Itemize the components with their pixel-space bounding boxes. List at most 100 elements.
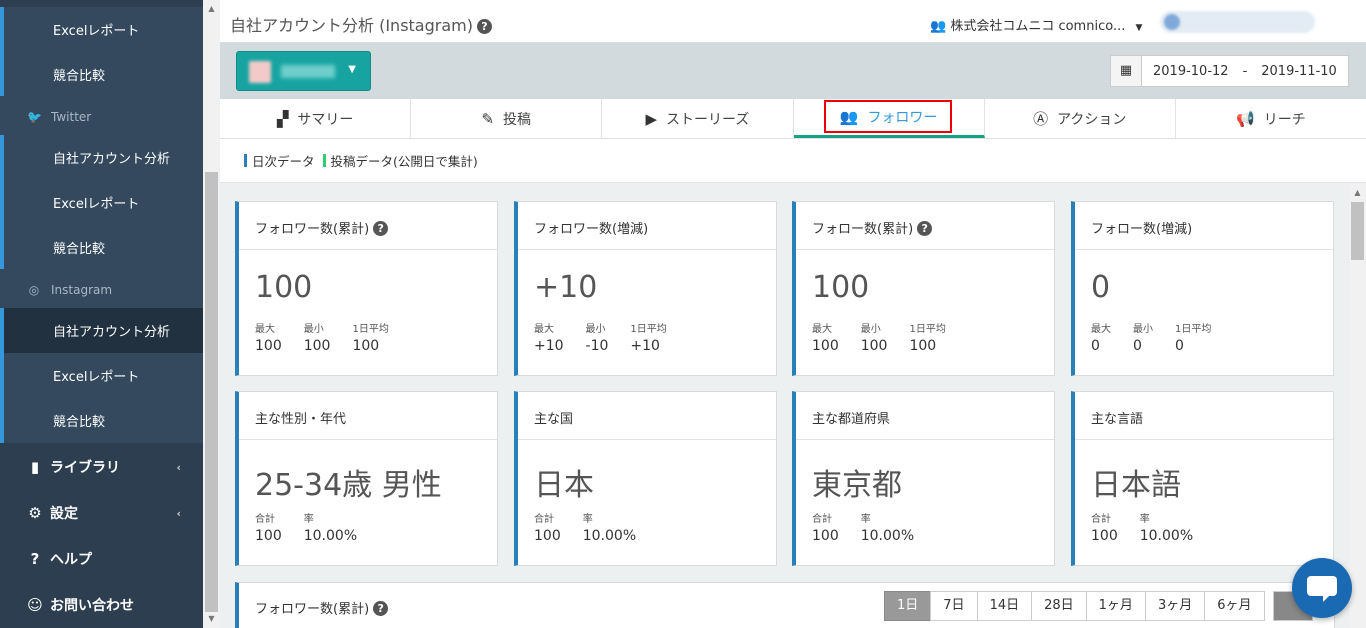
stat-value: 10.00% (1139, 528, 1194, 544)
tab-followers[interactable]: 👥 フォロワー (793, 99, 985, 138)
stat-key: 最小 (585, 324, 606, 335)
follower-chart-section: フォロワー数(累計)? 1日 7日 14日 28日 1ヶ月 3ヶ月 6ヶ月 (235, 582, 1335, 628)
period-button-6m[interactable]: 6ヶ月 (1204, 591, 1265, 621)
card-header: 主な言語 (1075, 392, 1333, 440)
sidebar-item-instagram-own-account[interactable]: 自社アカウント分析 (0, 308, 203, 353)
tab-actions[interactable]: Ⓐ アクション (985, 99, 1176, 138)
calendar-icon: ▦ (1111, 56, 1142, 86)
stat-max: 最大 100 (812, 320, 839, 354)
help-icon[interactable]: ? (476, 19, 492, 34)
play-icon: ▶ (645, 109, 658, 128)
sidebar-item-twitter-excel-report[interactable]: Excelレポート (0, 180, 203, 225)
sidebar-item-facebook-competitor[interactable]: 競合比較 (0, 52, 203, 97)
sidebar-group-instagram: ◎ Instagram (0, 269, 203, 311)
sidebar-item-twitter-competitor[interactable]: 競合比較 (0, 225, 203, 270)
scroll-down-arrow-icon[interactable]: ▼ (203, 614, 220, 623)
help-icon[interactable]: ? (373, 221, 389, 236)
sidebar-item-help[interactable]: ? ヘルプ (0, 536, 203, 582)
metric-card-follower-change: フォロワー数(増減) +10 最大 +10 最小 -10 1日平均 +10 (514, 201, 777, 376)
sidebar-item-label: 自社アカウント分析 (53, 325, 171, 340)
card-value: 25-34歳 男性 (255, 468, 442, 503)
card-stats: 合計 100 率 10.00% (1091, 510, 1215, 544)
highlight-box (823, 100, 952, 133)
card-stats: 最大 100 最小 100 1日平均 100 (812, 320, 968, 354)
twitter-icon: 🐦 (27, 110, 42, 124)
sidebar-scrollbar-thumb[interactable] (205, 172, 218, 612)
sidebar: Excelレポート 競合比較 🐦 Twitter 自社アカウント分析 Excel… (0, 0, 203, 628)
period-button-28d[interactable]: 28日 (1031, 591, 1087, 621)
help-icon[interactable]: ? (373, 601, 389, 616)
period-button-14d[interactable]: 14日 (976, 591, 1033, 621)
stat-key: 1日平均 (352, 324, 389, 335)
stat-avg: 1日平均 100 (352, 320, 388, 354)
sidebar-item-contact[interactable]: ☺ お問い合わせ (0, 582, 203, 628)
sidebar-scrollbar[interactable]: ▲ ▼ (203, 0, 220, 628)
tab-reach[interactable]: 📢 リーチ (1176, 99, 1366, 138)
megaphone-icon: 📢 (1236, 109, 1255, 128)
stat-value: 100 (352, 338, 380, 354)
stat-min: 最小 100 (861, 320, 888, 354)
scroll-up-arrow-icon[interactable]: ▲ (1349, 188, 1366, 197)
content-scrollbar[interactable]: ▲ (1349, 184, 1366, 628)
chevron-left-icon: ‹ (176, 460, 181, 474)
stat-total: 合計 100 (1091, 510, 1118, 544)
chevron-left-icon: ‹ (176, 506, 181, 520)
period-button-1m[interactable]: 1ヶ月 (1085, 591, 1146, 621)
stat-key: 合計 (534, 514, 554, 525)
card-title: フォロワー数(累計) (255, 222, 370, 237)
period-button-1d[interactable]: 1日 (884, 591, 932, 621)
stat-key: 1日平均 (1175, 324, 1212, 335)
account-selector-button[interactable]: ▼ (236, 51, 371, 91)
sidebar-item-label: 設定 (50, 506, 78, 522)
stat-avg: 1日平均 0 (1175, 320, 1211, 354)
stat-avg: 1日平均 100 (909, 320, 945, 354)
sidebar-item-label: ライブラリ (50, 460, 120, 476)
stat-total: 合計 100 (534, 510, 561, 544)
stat-key: 最小 (1133, 324, 1153, 335)
chat-bubble-icon (1307, 576, 1337, 596)
stat-min: 最小 0 (1133, 320, 1153, 354)
sidebar-item-instagram-excel-report[interactable]: Excelレポート (0, 353, 203, 398)
content-scrollbar-thumb[interactable] (1351, 202, 1364, 260)
period-button-3m[interactable]: 3ヶ月 (1144, 591, 1206, 621)
book-icon: ▮ (30, 458, 40, 476)
sidebar-item-label: 自社アカウント分析 (53, 152, 171, 167)
tab-posts[interactable]: ✎ 投稿 (411, 99, 603, 138)
card-stats: 合計 100 率 10.00% (534, 510, 658, 544)
chat-support-button[interactable] (1292, 558, 1352, 618)
help-icon[interactable]: ? (917, 221, 933, 236)
stat-key: 最大 (255, 324, 275, 335)
dashboard-icon: ▞ (276, 109, 289, 128)
scroll-up-arrow-icon[interactable]: ▲ (203, 4, 220, 13)
period-button-7d[interactable]: 7日 (930, 591, 978, 621)
sidebar-item-facebook-excel-report[interactable]: Excelレポート (0, 7, 203, 52)
date-range-picker[interactable]: ▦ 2019-10-12 - 2019-11-10 (1110, 55, 1349, 87)
tab-label: アクション (1057, 111, 1127, 128)
sidebar-item-label: Excelレポート (53, 197, 140, 212)
avatar (1164, 14, 1180, 30)
card-header: フォロワー数(増減) (518, 202, 776, 250)
metric-card-follower-total: フォロワー数(累計)? 100 最大 100 最小 100 1日平均 100 (235, 201, 498, 376)
date-separator: - (1242, 63, 1248, 79)
stat-value: 100 (255, 338, 282, 354)
stat-key: 率 (1139, 514, 1150, 525)
chat-bubble-tail (1323, 594, 1331, 602)
sidebar-item-twitter-own-account[interactable]: 自社アカウント分析 (0, 135, 203, 180)
sidebar-item-library[interactable]: ▮ ライブラリ ‹ (0, 444, 203, 490)
stat-value: 100 (255, 528, 282, 544)
sidebar-item-label: Excelレポート (53, 24, 140, 39)
stat-rate: 率 10.00% (304, 510, 357, 544)
company-selector[interactable]: 👥 株式会社コムニコ comnico... ▼ (930, 15, 1142, 34)
sidebar-item-settings[interactable]: ⚙ 設定 ‹ (0, 490, 203, 536)
stat-key: 合計 (255, 514, 275, 525)
card-header: フォロワー数(累計)? (239, 202, 497, 250)
metric-card-follow-total: フォロー数(累計)? 100 最大 100 最小 100 1日平均 100 (792, 201, 1055, 376)
tab-summary[interactable]: ▞ サマリー (220, 99, 412, 138)
tab-stories[interactable]: ▶ ストーリーズ (602, 99, 794, 138)
sidebar-item-label: 競合比較 (53, 69, 106, 84)
edit-post-icon: ✎ (481, 109, 495, 128)
user-menu[interactable] (1160, 11, 1315, 33)
date-to: 2019-11-10 (1261, 63, 1337, 79)
sidebar-item-instagram-competitor[interactable]: 競合比較 (0, 398, 203, 443)
card-header: フォロー数(増減) (1075, 202, 1333, 250)
